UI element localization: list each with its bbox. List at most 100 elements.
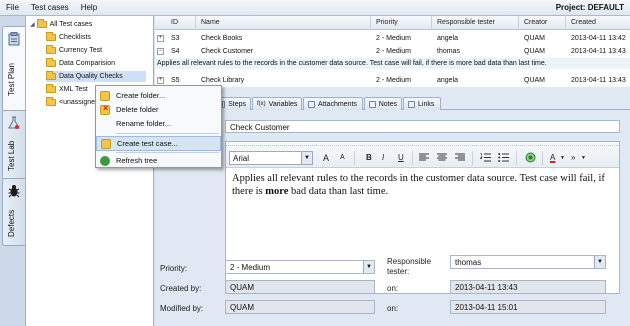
created-by-label: Created by: (160, 284, 202, 293)
cell-priority: 2 - Medium (376, 35, 412, 42)
tree-root-label: All Test cases (49, 21, 93, 28)
tree-item-label: Data Comparision (59, 60, 116, 67)
grid-header: ID Name Priority Responsible tester Crea… (155, 16, 630, 30)
cell-priority: 2 - Medium (376, 77, 412, 84)
menu-bar: File Test cases Help Project: DEFAULT (0, 0, 630, 16)
highlight-icon[interactable] (525, 152, 536, 163)
created-on-label: on: (387, 284, 399, 293)
tab-attachments[interactable]: Attachments (303, 97, 363, 110)
tab-defects[interactable]: Defects (2, 178, 25, 246)
responsible-tester-label-line2: tester: (387, 267, 410, 276)
col-name[interactable]: Name (201, 19, 220, 26)
cell-created: 2013-04-11 13:43 (571, 77, 626, 84)
chevron-down-icon[interactable]: ▼ (581, 155, 586, 161)
project-label: Project: DEFAULT (555, 3, 624, 12)
responsible-tester-label-line1: Responsible (387, 257, 432, 266)
col-id[interactable]: ID (171, 19, 178, 26)
tree-item-data-quality-checks[interactable]: Data Quality Checks (46, 71, 146, 82)
tree-item-label: Data Quality Checks (59, 73, 123, 80)
table-row[interactable]: + S3 Check Books 2 - Medium angela QUAM … (155, 33, 630, 44)
bullet-list-icon[interactable] (498, 153, 509, 162)
col-created[interactable]: Created (571, 19, 596, 26)
folder-icon (36, 19, 47, 28)
folder-icon (46, 71, 56, 80)
menu-help[interactable]: Help (81, 3, 97, 12)
menu-test-cases[interactable]: Test cases (31, 3, 69, 12)
menu-file[interactable]: File (6, 3, 19, 12)
vertical-tab-strip: Test Plan Test Lab Defects (0, 16, 26, 326)
cell-id: S3 (171, 35, 180, 42)
col-priority[interactable]: Priority (376, 19, 398, 26)
chevron-down-icon: ▼ (363, 261, 374, 273)
notes-icon (369, 100, 376, 108)
tree-item-label: <unassigned (59, 99, 99, 106)
tab-variables[interactable]: f(x) Variables (252, 97, 302, 110)
expand-row-icon[interactable]: + (157, 77, 164, 84)
chevron-down-icon: ▼ (594, 256, 605, 268)
menu-item-delete-folder[interactable]: × Delete folder (96, 102, 221, 117)
more-options-button[interactable]: » (571, 153, 575, 162)
menu-item-create-folder[interactable]: Create folder... (96, 88, 221, 103)
font-family-select[interactable]: Arial ▼ (229, 151, 313, 165)
tab-test-plan[interactable]: Test Plan (2, 26, 25, 112)
col-responsible-tester[interactable]: Responsible tester (437, 19, 495, 26)
description-text[interactable]: Applies all relevant rules to the record… (232, 172, 612, 198)
menu-item-refresh-tree[interactable]: Refresh tree (96, 153, 221, 168)
responsible-tester-select[interactable]: thomas ▼ (450, 255, 606, 269)
tab-test-lab-label: Test Lab (7, 140, 16, 172)
toolbar-collapse-bar[interactable] (226, 142, 619, 146)
col-creator[interactable]: Creator (524, 19, 547, 26)
italic-button[interactable]: I (382, 153, 384, 162)
created-on-field: 2013-04-11 13:43 (450, 280, 606, 294)
tab-notes[interactable]: Notes (364, 97, 402, 110)
test-case-name-field[interactable]: Check Customer (225, 120, 620, 133)
tree-item-xml-test[interactable]: XML Test (46, 84, 88, 95)
cell-created: 2013-04-11 13:43 (571, 48, 626, 55)
menu-item-create-test-case[interactable]: Create test case... (96, 136, 221, 151)
expand-arrow-icon[interactable]: ◢ (30, 21, 35, 28)
tree-item-unassigned[interactable]: <unassigned (46, 97, 99, 108)
cell-id: S4 (171, 48, 180, 55)
tree-item-label: XML Test (59, 86, 88, 93)
new-test-case-icon (101, 138, 111, 149)
table-row[interactable]: − S4 Check Customer 2 - Medium thomas QU… (155, 46, 630, 57)
grow-font-button[interactable]: A (323, 153, 329, 163)
bug-icon (8, 185, 20, 198)
align-right-icon[interactable] (455, 153, 465, 162)
expand-row-icon[interactable]: + (157, 35, 164, 42)
chevron-down-icon[interactable]: ▼ (560, 155, 565, 161)
font-color-button[interactable]: A (550, 153, 555, 162)
tab-links[interactable]: Links (403, 97, 441, 110)
cell-tester: thomas (437, 48, 460, 55)
tree-root[interactable]: ◢ All Test cases (30, 19, 92, 30)
underline-button[interactable]: U (398, 153, 404, 162)
folder-icon (46, 45, 56, 54)
modified-by-field: QUAM (225, 300, 375, 314)
refresh-icon (100, 155, 110, 166)
cell-name: Check Books (201, 35, 243, 42)
cell-priority: 2 - Medium (376, 48, 412, 55)
cell-name: Check Customer (201, 48, 254, 55)
cell-created: 2013-04-11 13:42 (571, 35, 626, 42)
bold-button[interactable]: B (366, 153, 372, 162)
menu-item-rename-folder[interactable]: Rename folder... (96, 116, 221, 131)
priority-select[interactable]: 2 - Medium ▼ (225, 260, 375, 274)
detail-tabbar: Steps f(x) Variables Attachments Notes Li… (155, 95, 630, 110)
paperclip-icon (308, 100, 315, 108)
tab-steps[interactable]: Steps (217, 97, 251, 110)
delete-folder-icon: × (100, 103, 110, 115)
folder-icon (46, 84, 56, 93)
tree-item-checklists[interactable]: Checklists (46, 32, 91, 43)
collapse-row-icon[interactable]: − (157, 48, 164, 55)
numbered-list-icon[interactable] (480, 153, 491, 162)
tab-test-lab[interactable]: Test Lab (2, 110, 25, 180)
detail-pane: Steps f(x) Variables Attachments Notes Li… (155, 87, 630, 326)
align-center-icon[interactable] (437, 153, 447, 162)
align-left-icon[interactable] (419, 153, 429, 162)
tree-item-currency-test[interactable]: Currency Test (46, 45, 102, 56)
link-icon (408, 100, 415, 108)
tab-test-plan-label: Test Plan (7, 63, 16, 97)
tree-item-data-comparision[interactable]: Data Comparision (46, 58, 115, 69)
shrink-font-button[interactable]: A (340, 154, 345, 161)
table-row[interactable]: + S5 Check Library 2 - Medium angela QUA… (155, 75, 630, 86)
